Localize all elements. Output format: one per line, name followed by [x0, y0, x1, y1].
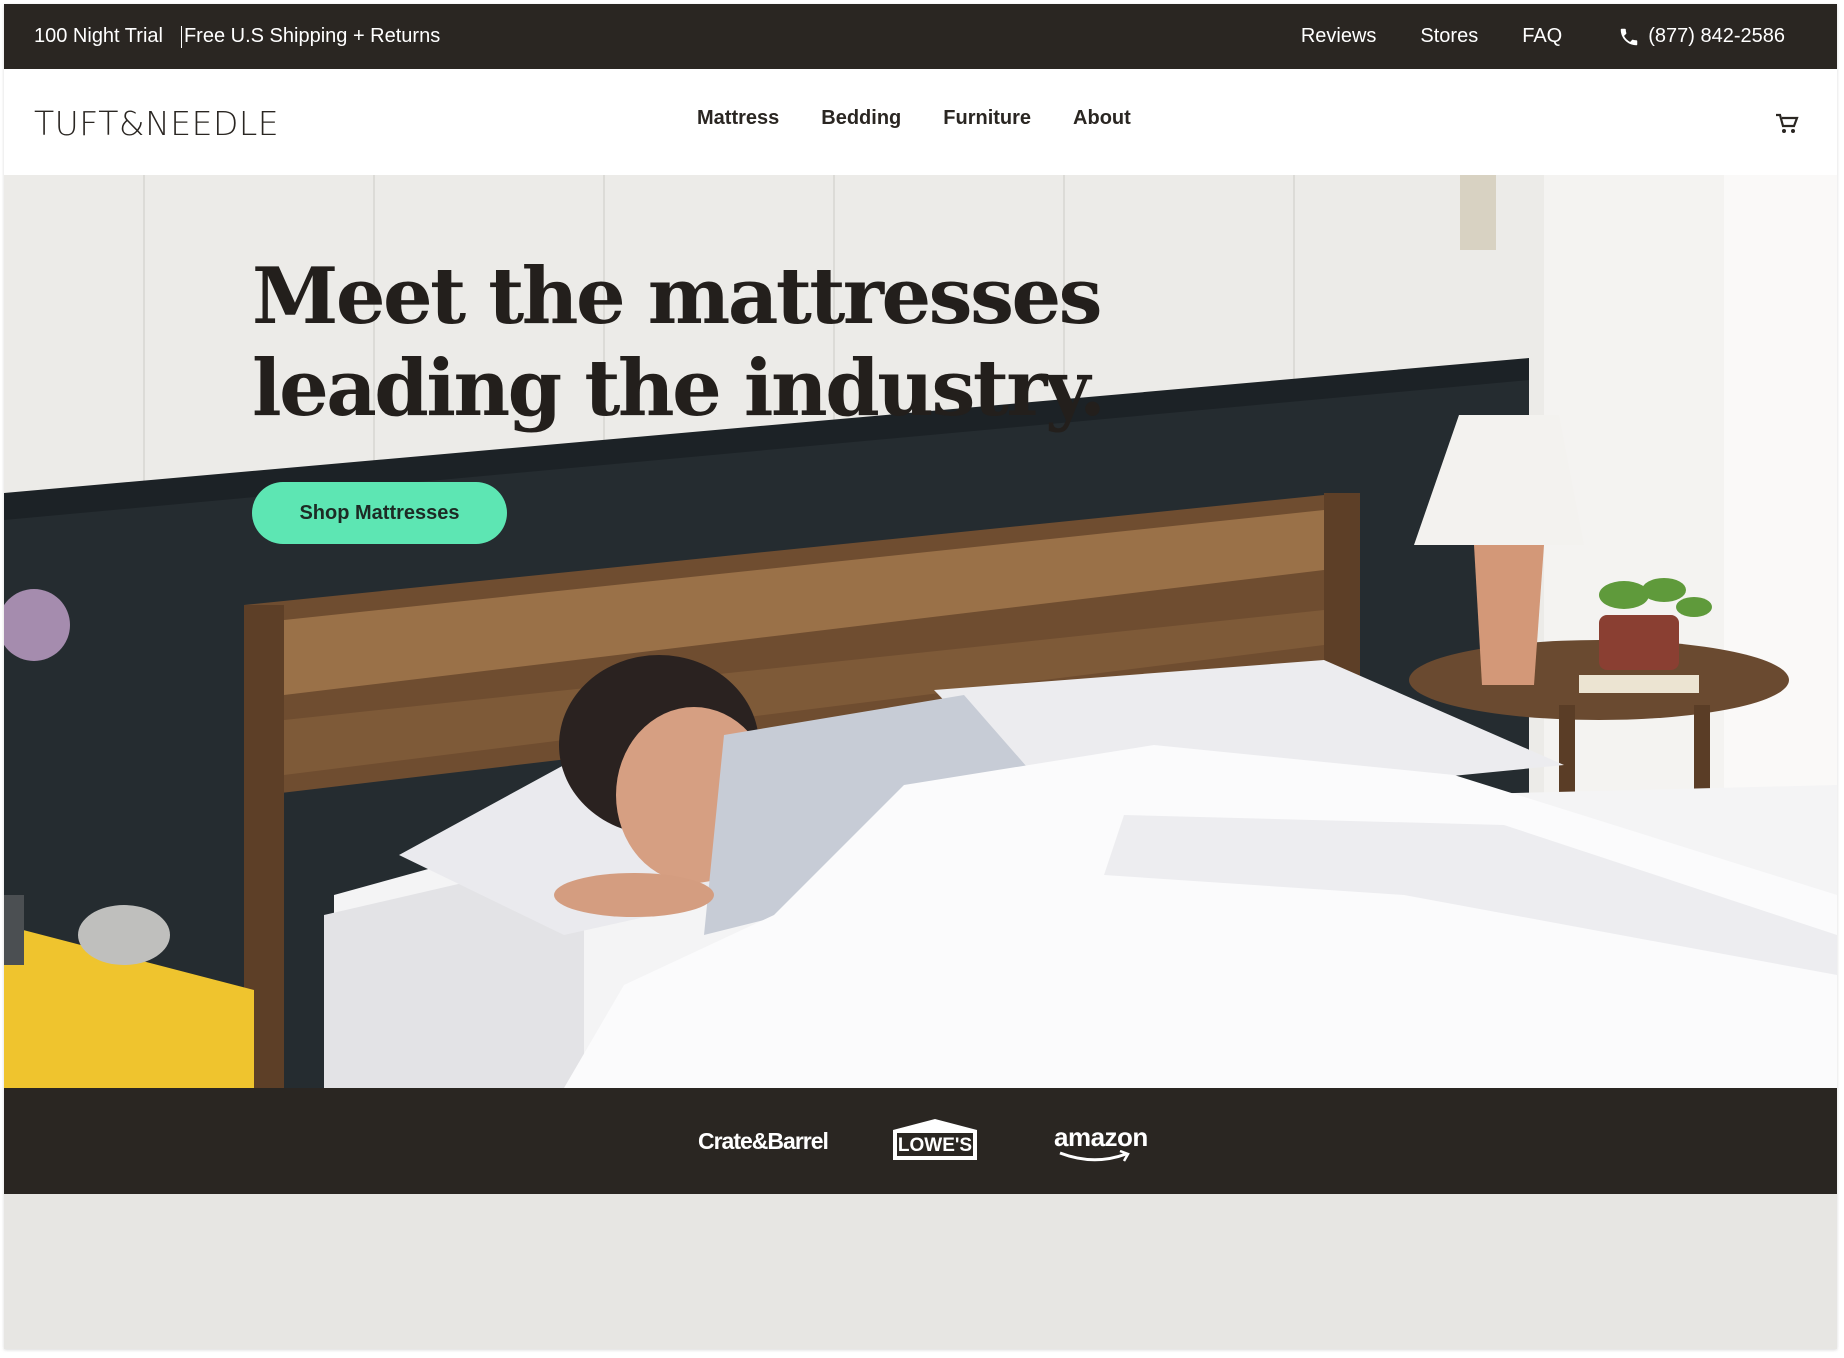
cart-button[interactable] — [1775, 113, 1799, 140]
faq-link[interactable]: FAQ — [1522, 25, 1562, 48]
nav-about[interactable]: About — [1073, 107, 1131, 130]
trial-text: 100 Night Trial — [34, 25, 163, 47]
reviews-link[interactable]: Reviews — [1301, 25, 1377, 48]
phone-link[interactable]: (877) 842-2586 — [1618, 25, 1785, 48]
divider — [180, 25, 182, 48]
retailer-strip: Crate&Barrel LOWE'S amazon — [4, 1088, 1837, 1194]
nav-mattress[interactable]: Mattress — [697, 107, 779, 130]
hero-headline: Meet the mattresses leading the industry… — [252, 251, 1106, 435]
amazon-logo: amazon — [1054, 1122, 1148, 1162]
crate-barrel-logo: Crate&Barrel — [698, 1128, 829, 1154]
main-nav: Mattress Bedding Furniture About — [697, 107, 1173, 130]
stores-link[interactable]: Stores — [1420, 25, 1478, 48]
headline-line-2: leading the industry. — [252, 343, 1106, 434]
headline-line-1: Meet the mattresses — [252, 251, 1103, 342]
nav-bedding[interactable]: Bedding — [821, 107, 901, 130]
phone-number: (877) 842-2586 — [1648, 25, 1785, 47]
amazon-smile — [1059, 1150, 1130, 1162]
top-bar: 100 Night Trial Free U.S Shipping + Retu… — [4, 4, 1837, 69]
hero-section: Meet the mattresses leading the industry… — [4, 175, 1837, 1088]
phone-icon — [1620, 28, 1638, 45]
page-frame: 100 Night Trial Free U.S Shipping + Retu… — [4, 4, 1837, 1349]
brand-logo[interactable]: TUFT&NEEDLE — [34, 104, 279, 143]
lowes-logo: LOWE'S — [891, 1118, 979, 1167]
amazon-text: amazon — [1054, 1122, 1148, 1152]
shipping-text: Free U.S Shipping + Returns — [183, 25, 441, 47]
lowes-text: LOWE'S — [898, 1135, 972, 1156]
cart-icon — [1776, 113, 1799, 133]
site-header: TUFT&NEEDLE Mattress Bedding Furniture A… — [4, 69, 1837, 175]
shop-mattresses-button[interactable]: Shop Mattresses — [252, 482, 507, 544]
nav-furniture[interactable]: Furniture — [943, 107, 1031, 130]
